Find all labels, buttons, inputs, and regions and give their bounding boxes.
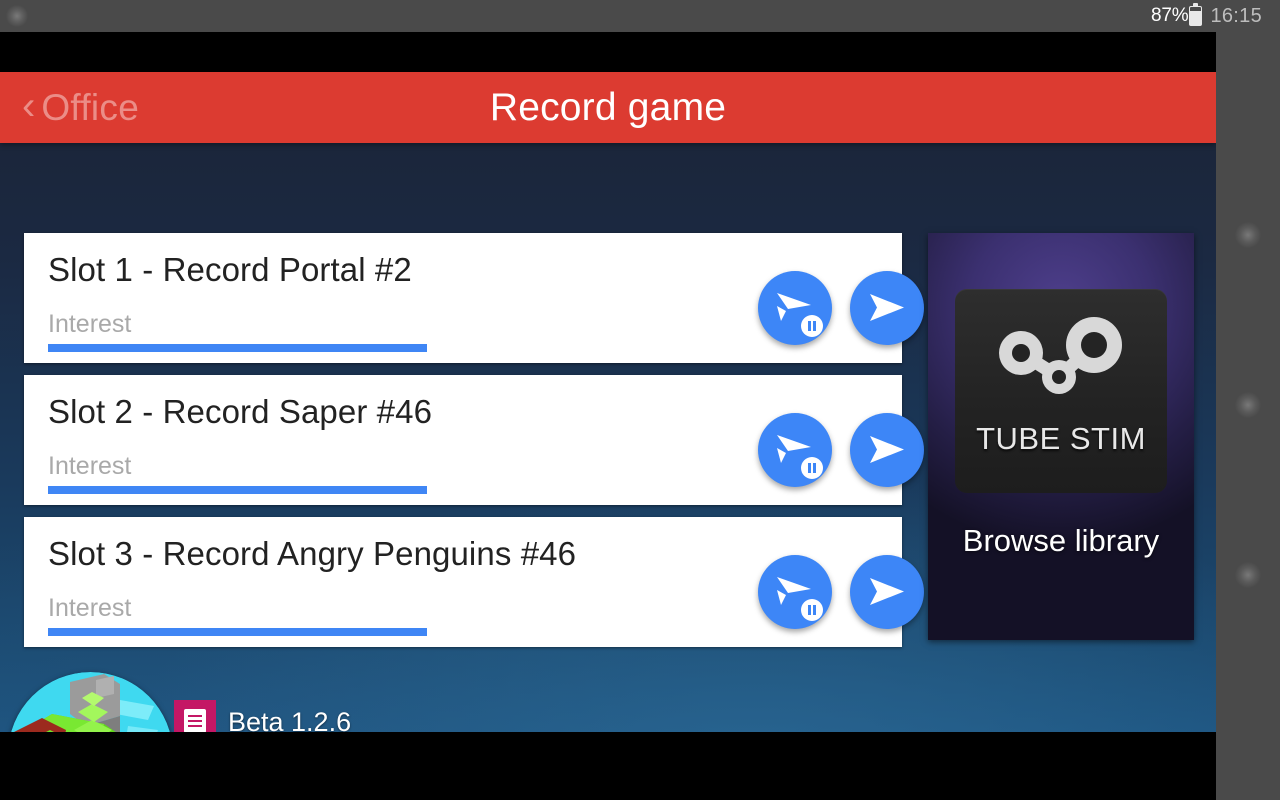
slot-card[interactable]: Slot 2 - Record Saper #46 Interest (24, 375, 924, 505)
battery-icon (1189, 3, 1203, 26)
library-logo-box: TUBE STIM (955, 289, 1167, 493)
pause-badge-icon (801, 457, 823, 479)
send-icon (870, 294, 904, 321)
slot-meter-label: Interest (48, 310, 132, 338)
nav-rail-dot-3[interactable] (1235, 562, 1261, 588)
app-content-background: ‹ Office Record game Slot 1 - Record Por… (0, 72, 1216, 768)
steam-logo-icon (999, 317, 1122, 394)
nav-rail-dot-1[interactable] (1235, 222, 1261, 248)
slot-title: Slot 2 - Record Saper #46 (48, 393, 433, 430)
slot-meter-label: Interest (48, 594, 132, 622)
app-window: ‹ Office Record game Slot 1 - Record Por… (0, 32, 1216, 768)
slot-card[interactable]: Slot 3 - Record Angry Penguins #46 Inter… (24, 517, 924, 647)
status-bar-right-cluster: 87% 16:15 (1151, 0, 1280, 32)
slot-actions (758, 413, 924, 487)
nav-rail-dot-2[interactable] (1235, 392, 1261, 418)
slot-meter-fill (48, 486, 427, 494)
send-pause-button[interactable] (758, 271, 832, 345)
slot-card[interactable]: Slot 1 - Record Portal #2 Interest (24, 233, 924, 363)
navigation-rail (1216, 32, 1280, 800)
status-bar-indicator-dot (6, 5, 28, 27)
slot-meter-track (48, 344, 427, 352)
slot-meter-track (48, 628, 427, 636)
pause-badge-icon (801, 599, 823, 621)
app-bottom-letterbox (0, 732, 1216, 768)
browse-library-tile[interactable]: TUBE STIM Browse library (928, 233, 1194, 640)
library-logo-text: TUBE STIM (976, 421, 1146, 456)
slot-list: Slot 1 - Record Portal #2 Interest Slot … (24, 233, 924, 659)
document-bubble-icon (184, 709, 206, 733)
slot-actions (758, 555, 924, 629)
send-icon (870, 578, 904, 605)
send-button[interactable] (850, 271, 924, 345)
pause-badge-icon (801, 315, 823, 337)
battery-percent-label: 87% (1151, 5, 1189, 26)
slot-meter-label: Interest (48, 452, 132, 480)
app-title-bar: ‹ Office Record game (0, 72, 1216, 143)
android-status-bar: 87% 16:15 (0, 0, 1280, 32)
page-title: Record game (489, 85, 727, 129)
screen: 87% 16:15 ‹ Office Record game Slot 1 - (0, 0, 1280, 800)
slot-meter-track (48, 486, 427, 494)
clock-label: 16:15 (1210, 4, 1262, 27)
send-pause-button[interactable] (758, 413, 832, 487)
slot-actions (758, 271, 924, 345)
send-pause-button[interactable] (758, 555, 832, 629)
slot-meter-fill (48, 344, 427, 352)
browse-library-label: Browse library (962, 523, 1160, 558)
send-button[interactable] (850, 413, 924, 487)
send-button[interactable] (850, 555, 924, 629)
slot-meter-fill (48, 628, 427, 636)
slot-title: Slot 3 - Record Angry Penguins #46 (48, 535, 577, 572)
send-icon (870, 436, 904, 463)
slot-title: Slot 1 - Record Portal #2 (48, 251, 412, 288)
